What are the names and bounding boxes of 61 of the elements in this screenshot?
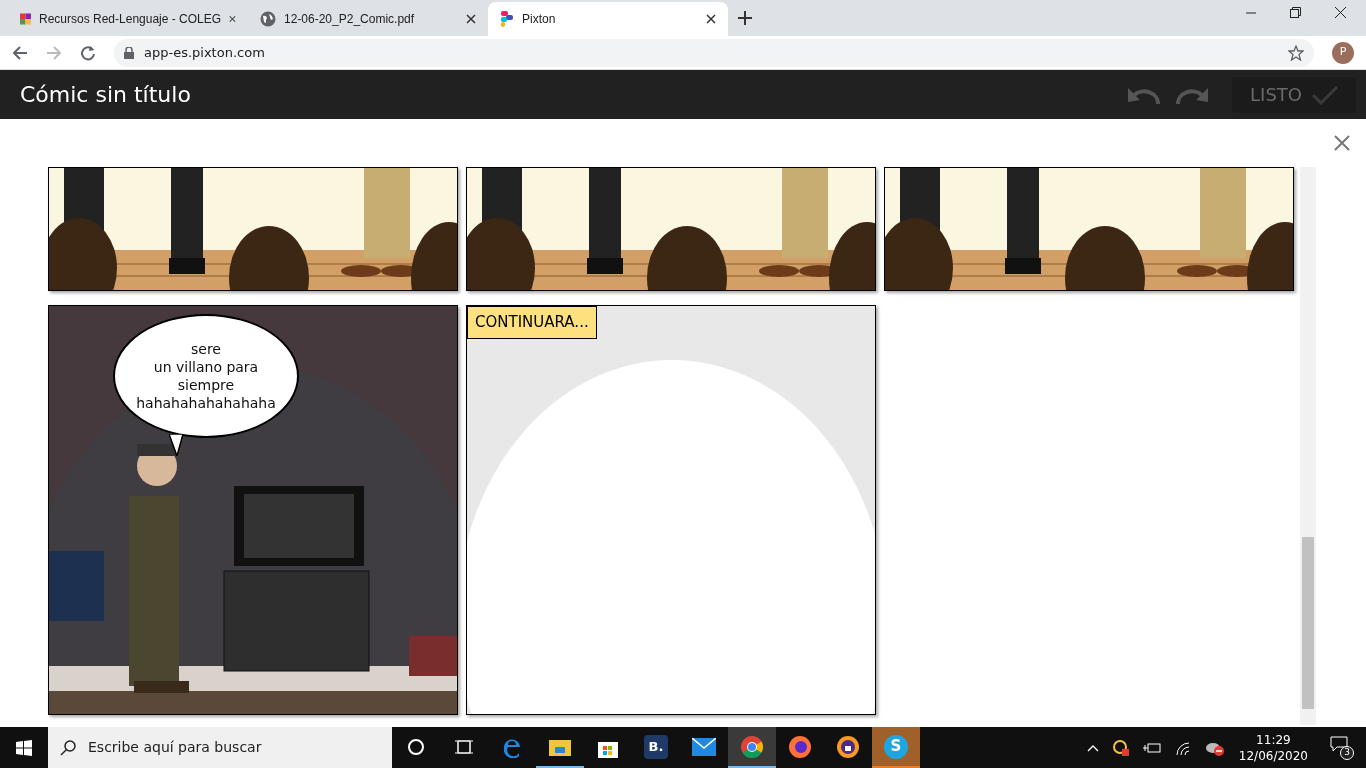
time-text: 11:29 <box>1256 731 1291 748</box>
notification-badge: 3 <box>1340 745 1354 760</box>
star-icon[interactable] <box>1288 44 1304 61</box>
comic-panel[interactable] <box>884 167 1294 291</box>
new-tab-icon[interactable] <box>738 11 752 25</box>
wifi-icon[interactable] <box>1174 740 1191 755</box>
colored-squares-icon <box>20 11 31 27</box>
browser-tab[interactable]: Pixton <box>488 2 728 36</box>
url-text: app-es.pixton.com <box>144 43 266 62</box>
task-view-icon <box>455 737 473 756</box>
lock-icon <box>124 46 134 59</box>
address-bar[interactable]: app-es.pixton.com <box>114 38 1314 67</box>
tab-title: Recursos Red-Lenguaje - COLEG <box>39 11 222 28</box>
comic-panel[interactable] <box>48 167 458 291</box>
comic-panel[interactable] <box>466 167 876 291</box>
checkmark-icon <box>1312 84 1338 105</box>
windows-logo-icon[interactable] <box>16 739 32 756</box>
close-icon[interactable] <box>1335 7 1346 18</box>
tab-title: Pixton <box>522 11 557 28</box>
tab-title: 12-06-20_P2_Comic.pdf <box>284 11 416 28</box>
scrollbar-thumb[interactable] <box>1302 537 1314 709</box>
close-icon[interactable] <box>466 14 476 24</box>
browser-tab[interactable]: 12-06-20_P2_Comic.pdf <box>248 2 488 36</box>
restore-icon[interactable] <box>1290 7 1301 18</box>
minimize-icon[interactable] <box>1246 11 1256 14</box>
taskbar-app[interactable] <box>728 727 776 768</box>
globe-icon <box>260 11 276 27</box>
close-icon[interactable] <box>706 14 716 24</box>
circle-icon <box>407 737 425 756</box>
comic-panel[interactable]: sere un villano para siempre hahahahahahahaha <box>48 305 458 715</box>
speech-text: un villano para <box>153 358 259 376</box>
speech-text: sere <box>191 340 221 358</box>
speech-text: hahahahahahahaha <box>136 394 276 412</box>
clock[interactable]: 11:29 12/06/2020 <box>1238 731 1308 764</box>
envelope-icon <box>692 737 716 756</box>
chrome-icon <box>741 735 763 758</box>
close-icon[interactable] <box>229 14 236 24</box>
shield-alert-icon[interactable] <box>1112 739 1129 756</box>
taskbar-app[interactable]: B. <box>632 727 680 768</box>
speech-text: siempre <box>177 376 235 394</box>
folder-icon <box>549 737 571 756</box>
scrollbar[interactable] <box>1300 167 1316 725</box>
comic-title: Cómic sin título <box>20 81 192 109</box>
shield-lock-icon <box>837 735 859 758</box>
search-icon <box>60 739 76 756</box>
app-tile-icon: B. <box>644 734 668 759</box>
back-arrow-icon[interactable] <box>12 44 28 61</box>
search-box[interactable]: Escribe aquí para buscar <box>48 727 392 768</box>
comic-panel[interactable]: CONTINUARA... <box>466 305 876 715</box>
caption-box[interactable]: CONTINUARA... <box>467 306 597 339</box>
reload-icon[interactable] <box>80 44 96 61</box>
bubble-tail-icon <box>169 434 183 456</box>
skype-icon: S <box>884 734 908 759</box>
search-placeholder: Escribe aquí para buscar <box>88 738 262 757</box>
profile-avatar[interactable]: P <box>1332 41 1354 64</box>
chevron-up-icon[interactable] <box>1086 743 1099 752</box>
date-text: 12/06/2020 <box>1238 747 1308 764</box>
browser-tab[interactable]: Recursos Red-Lenguaje - COLEG <box>8 2 248 36</box>
pixton-logo-icon <box>500 11 514 27</box>
fox-globe-icon <box>789 735 811 758</box>
battery-plug-icon[interactable] <box>1142 741 1161 754</box>
